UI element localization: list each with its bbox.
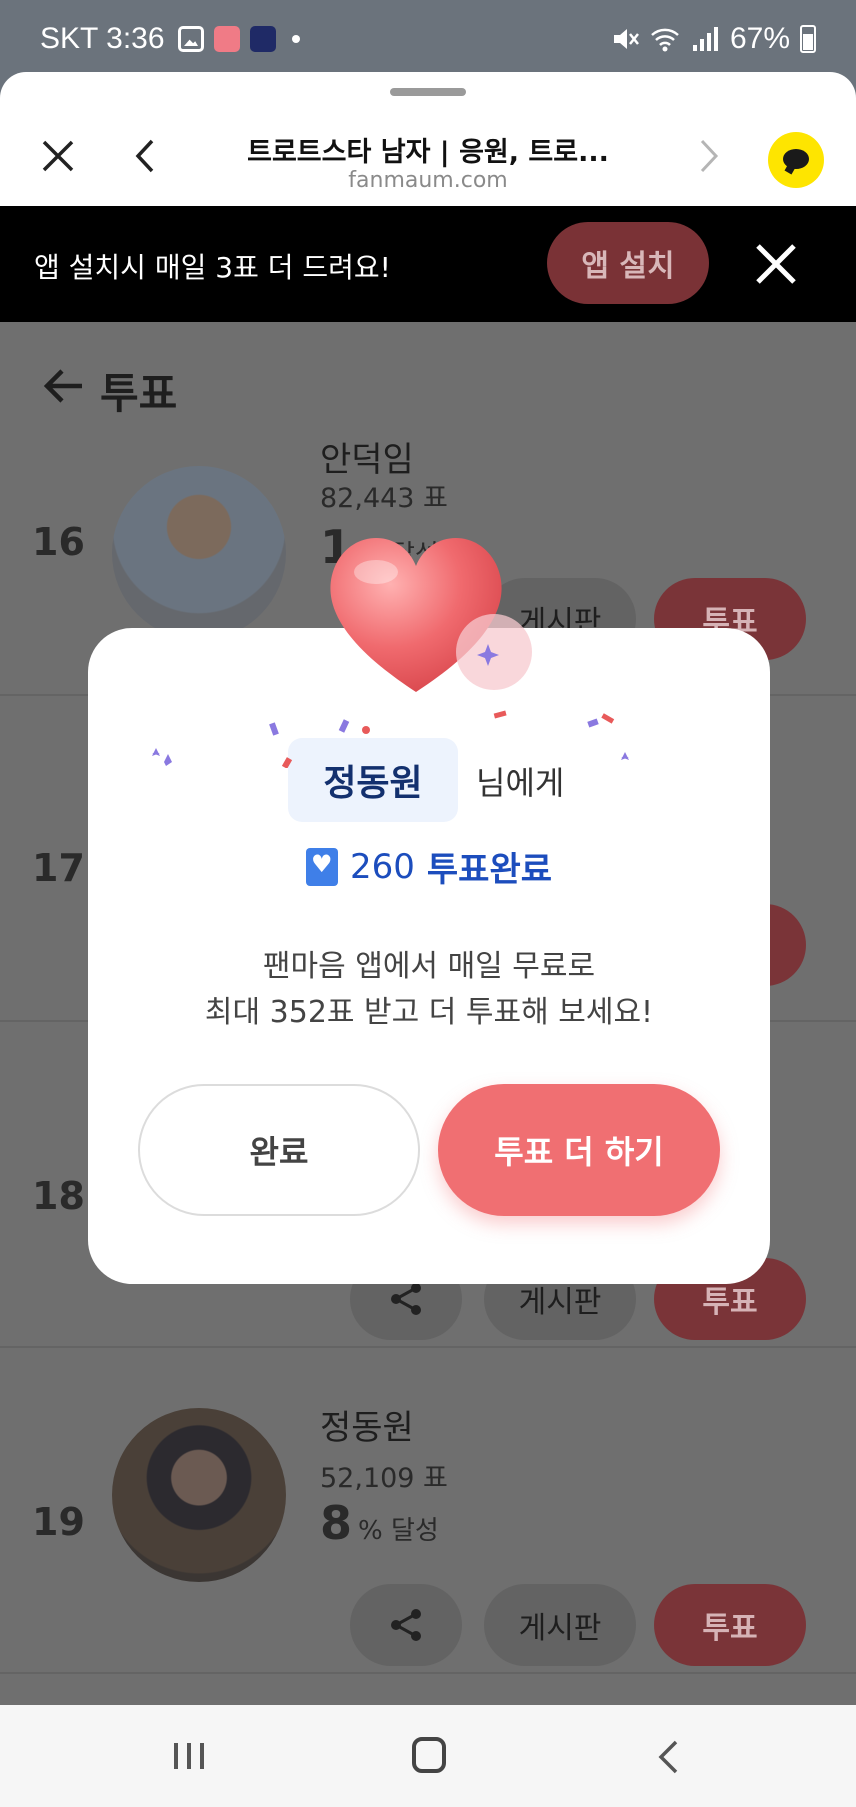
browser-header: 트로트스타 남자 | 응원, 트로... fanmaum.com xyxy=(0,72,856,206)
vote-count: 82,443 표 xyxy=(320,483,448,514)
battery-percent: 67% xyxy=(729,22,790,55)
status-icons-right: 67% xyxy=(610,22,816,56)
kakao-chat-icon[interactable] xyxy=(768,132,824,188)
done-button[interactable]: 완료 xyxy=(138,1084,420,1216)
candidate-row: 19 정동원 52,109 표 8% 달성 게시판 투표 xyxy=(0,1348,856,1674)
back-icon[interactable] xyxy=(656,1739,680,1775)
board-button[interactable]: 게시판 xyxy=(484,1584,636,1666)
status-time: SKT 3:36 xyxy=(40,22,165,55)
install-banner-text: 앱 설치시 매일 3표 더 드려요! xyxy=(34,251,391,284)
promo-line-1: 팬마음 앱에서 매일 무료로 xyxy=(262,949,596,984)
promo-line-2: 최대 352표 받고 더 투표해 보세요! xyxy=(204,995,654,1030)
vote-complete-line: 260 투표완료 xyxy=(88,842,770,891)
page-url: fanmaum.com xyxy=(348,168,508,193)
app-notification-icon xyxy=(214,26,240,52)
system-nav-bar xyxy=(0,1705,856,1807)
share-icon xyxy=(391,1609,421,1641)
home-icon[interactable] xyxy=(412,1737,446,1773)
rank-number: 16 xyxy=(32,520,85,564)
install-app-button[interactable]: 앱 설치 xyxy=(547,222,709,304)
notification-dot-icon xyxy=(292,35,300,43)
vote-button[interactable]: 투표 xyxy=(654,1584,806,1666)
vote-amount: 260 xyxy=(349,846,415,887)
rank-number: 17 xyxy=(32,846,85,890)
recent-apps-icon[interactable] xyxy=(172,1741,206,1771)
share-icon xyxy=(391,1283,421,1315)
candidate-name: 정동원 xyxy=(320,1408,414,1448)
close-icon[interactable] xyxy=(40,138,76,174)
avatar[interactable] xyxy=(112,1408,286,1582)
sheet-drag-handle[interactable] xyxy=(390,88,466,96)
close-icon[interactable] xyxy=(754,242,798,286)
heart-icon xyxy=(330,537,532,692)
avatar[interactable] xyxy=(112,466,286,640)
signal-icon xyxy=(692,27,718,51)
vote-complete-label: 투표완료 xyxy=(426,850,553,890)
candidate-name: 안덕임 xyxy=(320,440,414,480)
status-icons-left xyxy=(178,26,300,52)
page-title: 트로트스타 남자 | 응원, 트로... xyxy=(247,137,609,168)
rank-number: 18 xyxy=(32,1174,85,1218)
gallery-icon xyxy=(178,26,204,52)
wifi-icon xyxy=(651,28,679,52)
achievement-rate: 8% 달성 xyxy=(320,1496,439,1550)
status-bar: SKT 3:36 67% xyxy=(0,0,856,76)
mute-icon xyxy=(613,29,639,49)
achievement-label: % 달성 xyxy=(358,1516,439,1546)
vote-more-button[interactable]: 투표 더 하기 xyxy=(438,1084,720,1216)
share-button[interactable] xyxy=(350,1584,462,1666)
vote-count: 52,109 표 xyxy=(320,1463,448,1494)
back-icon[interactable] xyxy=(130,138,160,174)
battery-icon xyxy=(800,25,816,53)
install-banner: 앱 설치시 매일 3표 더 드려요! 앱 설치 xyxy=(0,206,856,322)
promo-message: 팬마음 앱에서 매일 무료로 최대 352표 받고 더 투표해 보세요! xyxy=(88,944,770,1036)
app-notification-icon xyxy=(250,26,276,52)
forward-icon[interactable] xyxy=(694,138,724,174)
heart-icon xyxy=(305,847,338,886)
rank-number: 19 xyxy=(32,1500,85,1544)
vote-complete-dialog: 정동원 님에게 260 투표완료 팬마음 앱에서 매일 무료로 최대 352표 … xyxy=(88,628,770,1284)
achievement-percent: 8 xyxy=(320,1496,353,1550)
